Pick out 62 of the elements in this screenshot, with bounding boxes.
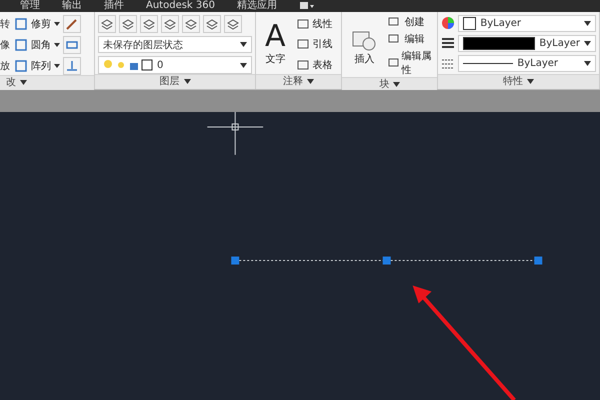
tool-icon[interactable]	[296, 37, 310, 52]
menu-tab[interactable]: 插件	[104, 0, 124, 12]
caret-icon[interactable]	[307, 79, 314, 84]
caret-icon[interactable]	[184, 79, 191, 84]
insert-button[interactable]: 插入	[345, 14, 384, 77]
layer-tool-icon[interactable]	[119, 14, 138, 33]
selected-line[interactable]	[231, 256, 542, 264]
color-dropdown[interactable]: ByLayer	[458, 14, 596, 32]
layer-tool-icon[interactable]	[98, 14, 116, 33]
caret-icon[interactable]	[54, 22, 60, 26]
tool-icon[interactable]	[63, 36, 81, 54]
tool-icon[interactable]	[14, 16, 28, 31]
layer-tool-icon[interactable]	[182, 14, 200, 33]
tool-button[interactable]: 线性	[312, 16, 333, 31]
tool-icon[interactable]	[14, 38, 28, 52]
tool-label[interactable]: 转	[0, 16, 11, 31]
tool-button[interactable]: 创建	[404, 14, 424, 29]
tool-label[interactable]: 放	[0, 58, 11, 73]
tool-button[interactable]: 修剪	[31, 16, 51, 31]
caret-icon[interactable]	[240, 62, 248, 68]
lineweight-dropdown[interactable]: ByLayer	[458, 34, 596, 52]
text-tool-button[interactable]: A 文字	[259, 14, 292, 74]
tool-button[interactable]: 圆角	[31, 38, 51, 52]
tool-button[interactable]: 引线	[312, 37, 333, 52]
layer-tool-icon[interactable]	[203, 14, 222, 33]
workspace-icon[interactable]	[298, 2, 315, 10]
caret-icon[interactable]	[20, 80, 27, 86]
tool-button[interactable]: 编辑	[404, 32, 424, 46]
tool-icon[interactable]	[14, 58, 28, 73]
layer-tool-icon[interactable]	[161, 14, 180, 33]
menu-tab[interactable]: Autodesk 360	[146, 0, 215, 12]
tool-button[interactable]: 表格	[312, 58, 333, 72]
tool-icon[interactable]	[63, 56, 81, 75]
caret-icon[interactable]	[393, 82, 400, 88]
linetype-dropdown[interactable]: ByLayer	[458, 54, 596, 72]
tool-icon[interactable]	[296, 16, 310, 31]
caret-icon[interactable]	[584, 60, 592, 66]
menu-tab[interactable]: 管理	[20, 0, 40, 12]
panel-title[interactable]: 图层	[160, 74, 180, 89]
caret-icon[interactable]	[584, 40, 592, 46]
color-wheel-icon[interactable]	[441, 16, 456, 30]
layer-state-dropdown[interactable]: 未保存的图层状态	[98, 36, 252, 54]
tool-button[interactable]: 阵列	[31, 58, 51, 73]
layer-status-icons	[103, 59, 154, 72]
menu-tab[interactable]: 输出	[62, 0, 82, 12]
lineweight-icon[interactable]	[441, 36, 456, 50]
caret-icon[interactable]	[54, 42, 60, 47]
tool-icon[interactable]	[296, 58, 310, 72]
tool-icon[interactable]	[63, 14, 81, 33]
caret-icon[interactable]	[54, 64, 60, 68]
layer-dropdown[interactable]: 0	[98, 56, 252, 74]
caret-icon[interactable]	[240, 42, 248, 48]
tool-label[interactable]: 像	[0, 38, 11, 52]
panel-title[interactable]: 块	[379, 78, 390, 92]
layer-tool-icon[interactable]	[140, 14, 158, 33]
panel-title[interactable]: 改	[6, 76, 16, 90]
panel-title[interactable]: 特性	[503, 74, 524, 89]
caret-icon[interactable]	[584, 20, 592, 26]
caret-icon[interactable]	[527, 79, 534, 84]
crosshair-cursor	[206, 112, 264, 156]
tool-button[interactable]: 编辑属性	[402, 48, 434, 77]
layer-tool-icon[interactable]	[224, 14, 242, 33]
